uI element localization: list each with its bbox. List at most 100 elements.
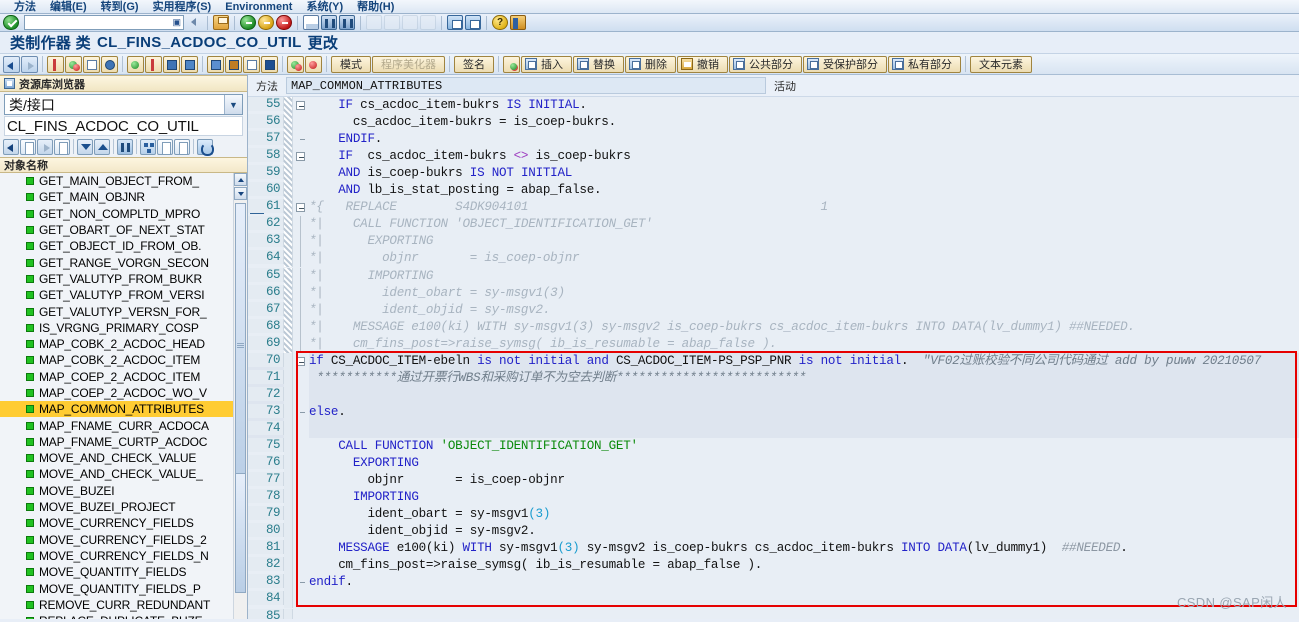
menu-item-6[interactable]: 帮助(H) bbox=[357, 1, 394, 13]
undo-button[interactable]: 撤销 bbox=[677, 55, 728, 73]
list-item[interactable]: MOVE_CURRENCY_FIELDS_2 bbox=[0, 532, 233, 548]
find-next-icon[interactable] bbox=[339, 15, 355, 30]
code-text[interactable] bbox=[309, 421, 1299, 438]
fold-toggle[interactable] bbox=[293, 97, 309, 114]
code-line[interactable]: 84 bbox=[248, 591, 1299, 609]
list-item[interactable]: GET_NON_COMPLTD_MPRO bbox=[0, 206, 233, 222]
private-section-button[interactable]: 私有部分 bbox=[888, 55, 961, 73]
code-text[interactable]: IF cs_acdoc_item-bukrs <> is_coep-bukrs bbox=[309, 148, 1299, 165]
tree-scrollbar[interactable] bbox=[233, 173, 247, 619]
code-text[interactable] bbox=[309, 387, 1299, 404]
list-item[interactable]: MOVE_CURRENCY_FIELDS bbox=[0, 515, 233, 531]
cancel-icon[interactable] bbox=[276, 15, 292, 30]
code-line[interactable]: 58 IF cs_acdoc_item-bukrs <> is_coep-buk… bbox=[248, 148, 1299, 166]
collapse-all-icon[interactable] bbox=[77, 138, 93, 155]
list-item[interactable]: MOVE_BUZEI_PROJECT bbox=[0, 499, 233, 515]
code-line[interactable]: 61 *{ REPLACE S4DK904101 1 bbox=[248, 199, 1299, 217]
list-item[interactable]: GET_MAIN_OBJECT_FROM_ bbox=[0, 173, 233, 189]
favorites-icon[interactable] bbox=[157, 138, 173, 155]
code-text[interactable]: *| MESSAGE e100(ki) WITH sy-msgv1(3) sy-… bbox=[309, 319, 1299, 336]
menu-item-3[interactable]: 实用程序(S) bbox=[153, 1, 212, 13]
code-text[interactable]: cs_acdoc_item-bukrs = is_coep-bukrs. bbox=[309, 114, 1299, 131]
object-type-select[interactable]: 类/接口 ▼ bbox=[4, 94, 243, 115]
code-text[interactable]: *| objnr = is_coep-objnr bbox=[309, 250, 1299, 267]
menu-item-2[interactable]: 转到(G) bbox=[101, 1, 139, 13]
insert-button[interactable]: 插入 bbox=[521, 55, 572, 73]
code-text[interactable]: IF cs_acdoc_item-bukrs IS INITIAL. bbox=[309, 97, 1299, 114]
delete-button[interactable]: 删除 bbox=[625, 55, 676, 73]
code-line[interactable]: 65 *| IMPORTING bbox=[248, 267, 1299, 285]
where-used-icon[interactable] bbox=[101, 55, 118, 73]
code-line[interactable]: 74 bbox=[248, 420, 1299, 438]
find-icon[interactable] bbox=[321, 15, 337, 30]
signature-button[interactable]: 签名 bbox=[454, 55, 494, 73]
code-line[interactable]: 57 ENDIF. bbox=[248, 131, 1299, 149]
nav-back-icon[interactable] bbox=[3, 138, 19, 155]
list-item[interactable]: MAP_COBK_2_ACDOC_ITEM bbox=[0, 352, 233, 368]
code-text[interactable]: ident_obart = sy-msgv1(3) bbox=[309, 506, 1299, 523]
code-text[interactable]: *| ident_objid = sy-msgv2. bbox=[309, 302, 1299, 319]
code-line[interactable]: 70 if CS_ACDOC_ITEM-ebeln is not initial … bbox=[248, 352, 1299, 370]
code-line[interactable]: 69 *| cm_fins_post=>raise_symsg( ib_is_re… bbox=[248, 335, 1299, 353]
display-change-icon[interactable] bbox=[83, 55, 100, 73]
menu-item-5[interactable]: 系统(Y) bbox=[306, 1, 343, 13]
command-field-dropdown-icon[interactable]: ▣ bbox=[172, 17, 181, 28]
object-tree[interactable]: GET_MAIN_OBJECT_FROM_ GET_MAIN_OBJNR GET_N… bbox=[0, 173, 247, 619]
code-line[interactable]: 71 ***********通过开票行WBS和采购订单不为空去判断*******… bbox=[248, 369, 1299, 387]
code-line[interactable]: 59 AND is_coep-bukrs IS NOT INITIAL bbox=[248, 165, 1299, 183]
fold-toggle[interactable] bbox=[293, 148, 309, 166]
check-syntax-icon[interactable] bbox=[47, 55, 64, 73]
expand-all-icon[interactable] bbox=[94, 138, 110, 155]
navigation-stack-icon[interactable] bbox=[127, 55, 144, 73]
public-section-button[interactable]: 公共部分 bbox=[729, 55, 802, 73]
code-text[interactable]: *| EXPORTING bbox=[309, 233, 1299, 250]
list-item[interactable]: GET_VALUTYP_FROM_BUKR bbox=[0, 271, 233, 287]
code-text[interactable]: IMPORTING bbox=[309, 489, 1299, 506]
nav-back-history-icon[interactable] bbox=[20, 138, 36, 155]
code-line[interactable]: 62 *| CALL FUNCTION 'OBJECT_IDENTIFICATIO… bbox=[248, 216, 1299, 234]
code-line[interactable]: 79 ident_obart = sy-msgv1(3) bbox=[248, 506, 1299, 524]
menu-item-1[interactable]: 编辑(E) bbox=[50, 1, 87, 13]
layout-menu-icon[interactable] bbox=[510, 15, 526, 30]
scroll-thumb-lower[interactable] bbox=[235, 473, 246, 593]
pattern-button[interactable]: 模式 bbox=[331, 55, 371, 73]
code-text[interactable]: *{ REPLACE S4DK904101 1 bbox=[309, 199, 1299, 216]
menu-item-0[interactable]: 方法 bbox=[14, 1, 36, 13]
browser-find-icon[interactable] bbox=[117, 138, 133, 155]
code-line[interactable]: 83 endif. bbox=[248, 574, 1299, 592]
new-window-icon[interactable] bbox=[447, 15, 463, 30]
code-line[interactable]: 73 else. bbox=[248, 403, 1299, 421]
code-text[interactable]: CALL FUNCTION 'OBJECT_IDENTIFICATION_GET… bbox=[309, 438, 1299, 455]
list-item[interactable]: MOVE_CURRENCY_FIELDS_N bbox=[0, 548, 233, 564]
local-class-icon[interactable] bbox=[305, 55, 322, 73]
code-text[interactable]: *| CALL FUNCTION 'OBJECT_IDENTIFICATION_… bbox=[309, 216, 1299, 233]
code-text[interactable]: ENDIF. bbox=[309, 131, 1299, 148]
list-item[interactable]: MAP_COBK_2_ACDOC_HEAD bbox=[0, 336, 233, 352]
scroll-down-button[interactable] bbox=[234, 187, 247, 200]
code-text[interactable]: *| ident_obart = sy-msgv1(3) bbox=[309, 285, 1299, 302]
code-text[interactable]: ident_objid = sy-msgv2. bbox=[309, 523, 1299, 540]
code-line[interactable]: 64 *| objnr = is_coep-objnr bbox=[248, 250, 1299, 268]
menu-item-4[interactable]: Environment bbox=[225, 1, 292, 13]
refresh-icon[interactable] bbox=[197, 138, 214, 156]
code-text[interactable]: MESSAGE e100(ki) WITH sy-msgv1(3) sy-msg… bbox=[309, 540, 1299, 557]
chevron-down-icon[interactable]: ▼ bbox=[224, 95, 242, 114]
code-text[interactable] bbox=[309, 591, 1299, 608]
list-item[interactable]: MAP_COEP_2_ACDOC_WO_V bbox=[0, 385, 233, 401]
code-line[interactable]: 72 bbox=[248, 386, 1299, 404]
code-line[interactable]: 82 cm_fins_post=>raise_symsg( ib_is_resu… bbox=[248, 557, 1299, 575]
expand-icon[interactable] bbox=[181, 55, 198, 73]
code-text[interactable]: else. bbox=[309, 404, 1299, 421]
code-text[interactable]: endif. bbox=[309, 574, 1299, 591]
code-line[interactable]: 77 objnr = is_coep-objnr bbox=[248, 472, 1299, 490]
fold-toggle[interactable] bbox=[293, 199, 309, 217]
code-line[interactable]: 75 CALL FUNCTION 'OBJECT_IDENTIFICATION_… bbox=[248, 438, 1299, 455]
fullscreen-icon[interactable] bbox=[243, 55, 260, 73]
list-item[interactable]: MOVE_AND_CHECK_VALUE_ bbox=[0, 466, 233, 482]
list-item[interactable]: IS_VRGNG_PRIMARY_COSP bbox=[0, 320, 233, 336]
display-object-icon[interactable] bbox=[174, 138, 190, 155]
code-text[interactable]: AND is_coep-bukrs IS NOT INITIAL bbox=[309, 165, 1299, 182]
code-line[interactable]: 67 *| ident_objid = sy-msgv2. bbox=[248, 301, 1299, 319]
activate-icon[interactable] bbox=[65, 55, 82, 73]
code-line[interactable]: 66 *| ident_obart = sy-msgv1(3) bbox=[248, 284, 1299, 302]
